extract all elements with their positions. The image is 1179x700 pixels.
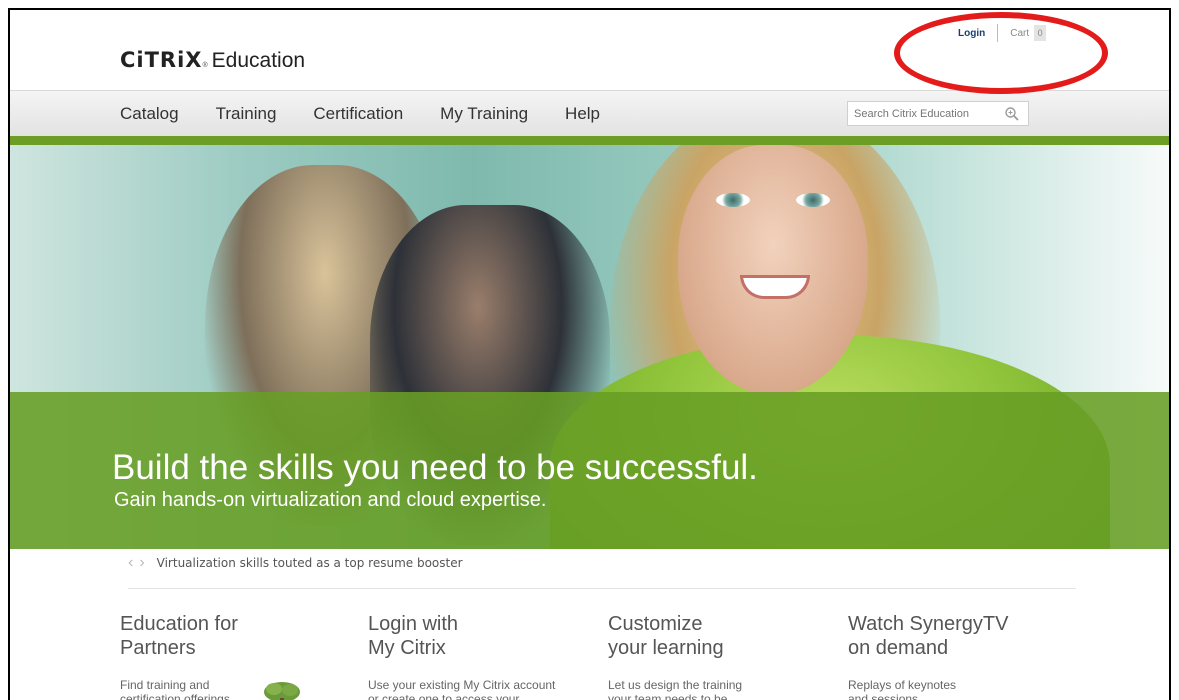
logo-text: Education	[211, 49, 306, 72]
feature-title: Education for Partners	[120, 613, 238, 659]
nav-items: Catalog Training Certification My Traini…	[120, 104, 637, 124]
hero-subtitle: Gain hands-on virtualization and cloud e…	[114, 489, 547, 511]
feature-text: Let us design the training your team nee…	[608, 678, 743, 700]
feature-education-partners[interactable]: Education for Partners Find training and…	[120, 612, 340, 700]
hero-person-eye-left	[716, 193, 750, 207]
nav-item-certification[interactable]: Certification	[313, 104, 403, 124]
nav-item-catalog[interactable]: Catalog	[120, 104, 179, 124]
hero-title: Build the skills you need to be successf…	[112, 448, 758, 487]
feature-text: Find training and certification offering…	[120, 678, 230, 700]
hero-person-eye-right	[796, 193, 830, 207]
feature-title: Watch SynergyTV on demand	[848, 613, 1009, 659]
search-icon[interactable]	[1004, 106, 1020, 122]
main-nav: Catalog Training Certification My Traini…	[10, 90, 1169, 136]
section-divider	[128, 588, 1076, 589]
news-ticker: ‹ › Virtualization skills touted as a to…	[128, 554, 463, 572]
feature-text: Replays of keynotes and sessions	[848, 678, 957, 700]
user-links: Login Cart 0	[958, 24, 1047, 42]
cart-count-badge: 0	[1034, 25, 1047, 41]
feature-text: Use your existing My Citrix account or c…	[368, 678, 556, 700]
cart-label: Cart	[1010, 27, 1030, 39]
prev-arrow-icon[interactable]: ‹	[128, 554, 133, 572]
browser-frame: CiTRiX ® Education Login Cart 0 Catalog …	[8, 8, 1171, 700]
feature-login-my-citrix[interactable]: Login with My Citrix Use your existing M…	[368, 612, 588, 700]
hero-person-face	[678, 145, 868, 395]
search-box	[847, 101, 1029, 126]
feature-title: Customize your learning	[608, 613, 724, 659]
ticker-headline-link[interactable]: Virtualization skills touted as a top re…	[157, 556, 463, 570]
link-separator	[997, 24, 999, 42]
feature-synergytv[interactable]: Watch SynergyTV on demand Replays of key…	[848, 612, 1068, 700]
nav-item-help[interactable]: Help	[565, 104, 600, 124]
feature-title: Login with My Citrix	[368, 613, 459, 659]
nav-item-training[interactable]: Training	[216, 104, 277, 124]
login-link[interactable]: Login	[958, 28, 985, 39]
search-input[interactable]	[848, 102, 998, 125]
next-arrow-icon[interactable]: ›	[139, 554, 144, 572]
feature-customize-learning[interactable]: Customize your learning Let us design th…	[608, 612, 828, 700]
logo-registered-mark: ®	[202, 62, 208, 69]
tree-icon	[264, 682, 300, 700]
nav-item-my-training[interactable]: My Training	[440, 104, 528, 124]
cart-link[interactable]: Cart 0	[1010, 25, 1047, 41]
hero-banner[interactable]: Build the skills you need to be successf…	[10, 145, 1169, 549]
citrix-education-logo[interactable]: CiTRiX ® Education	[120, 48, 305, 73]
logo-mark: CiTRiX	[120, 48, 203, 72]
green-rule	[10, 136, 1169, 145]
hero-person-smile	[740, 275, 810, 299]
top-header: CiTRiX ® Education Login Cart 0	[10, 10, 1169, 88]
